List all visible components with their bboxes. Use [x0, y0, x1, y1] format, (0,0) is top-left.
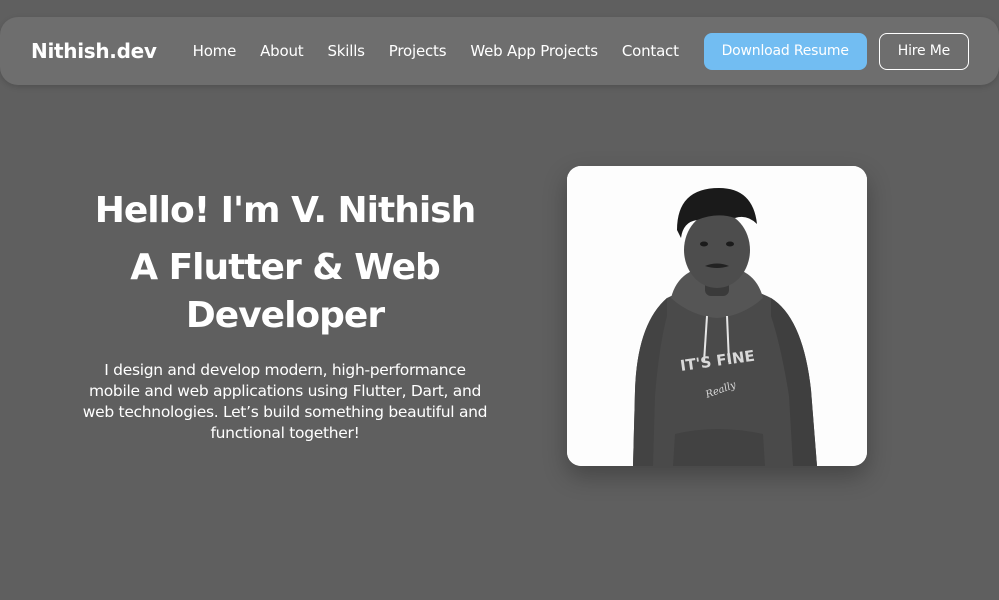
- hero-text: Hello! I'm V. Nithish A Flutter & Web De…: [70, 186, 500, 444]
- nav-link-web-app-projects[interactable]: Web App Projects: [470, 42, 598, 60]
- brand-logo[interactable]: Nithish.dev: [31, 39, 157, 63]
- nav-link-home[interactable]: Home: [193, 42, 237, 60]
- hero-role: A Flutter & Web Developer: [130, 247, 441, 336]
- nav-actions: Download Resume Hire Me: [703, 32, 969, 70]
- profile-photo: IT'S FINE Really: [567, 166, 867, 466]
- nav-link-skills[interactable]: Skills: [327, 42, 365, 60]
- hire-me-button[interactable]: Hire Me: [878, 32, 969, 70]
- nav-links: Home About Skills Projects Web App Proje…: [193, 42, 679, 60]
- navbar: Nithish.dev Home About Skills Projects W…: [0, 17, 999, 85]
- hero-greeting: Hello! I'm V. Nithish: [94, 190, 477, 231]
- hero-description: I design and develop modern, high-perfor…: [82, 361, 488, 442]
- nav-link-contact[interactable]: Contact: [622, 42, 679, 60]
- nav-link-about[interactable]: About: [260, 42, 304, 60]
- profile-photo-card: IT'S FINE Really: [567, 166, 867, 466]
- download-resume-button[interactable]: Download Resume: [703, 32, 867, 70]
- nav-link-projects[interactable]: Projects: [389, 42, 447, 60]
